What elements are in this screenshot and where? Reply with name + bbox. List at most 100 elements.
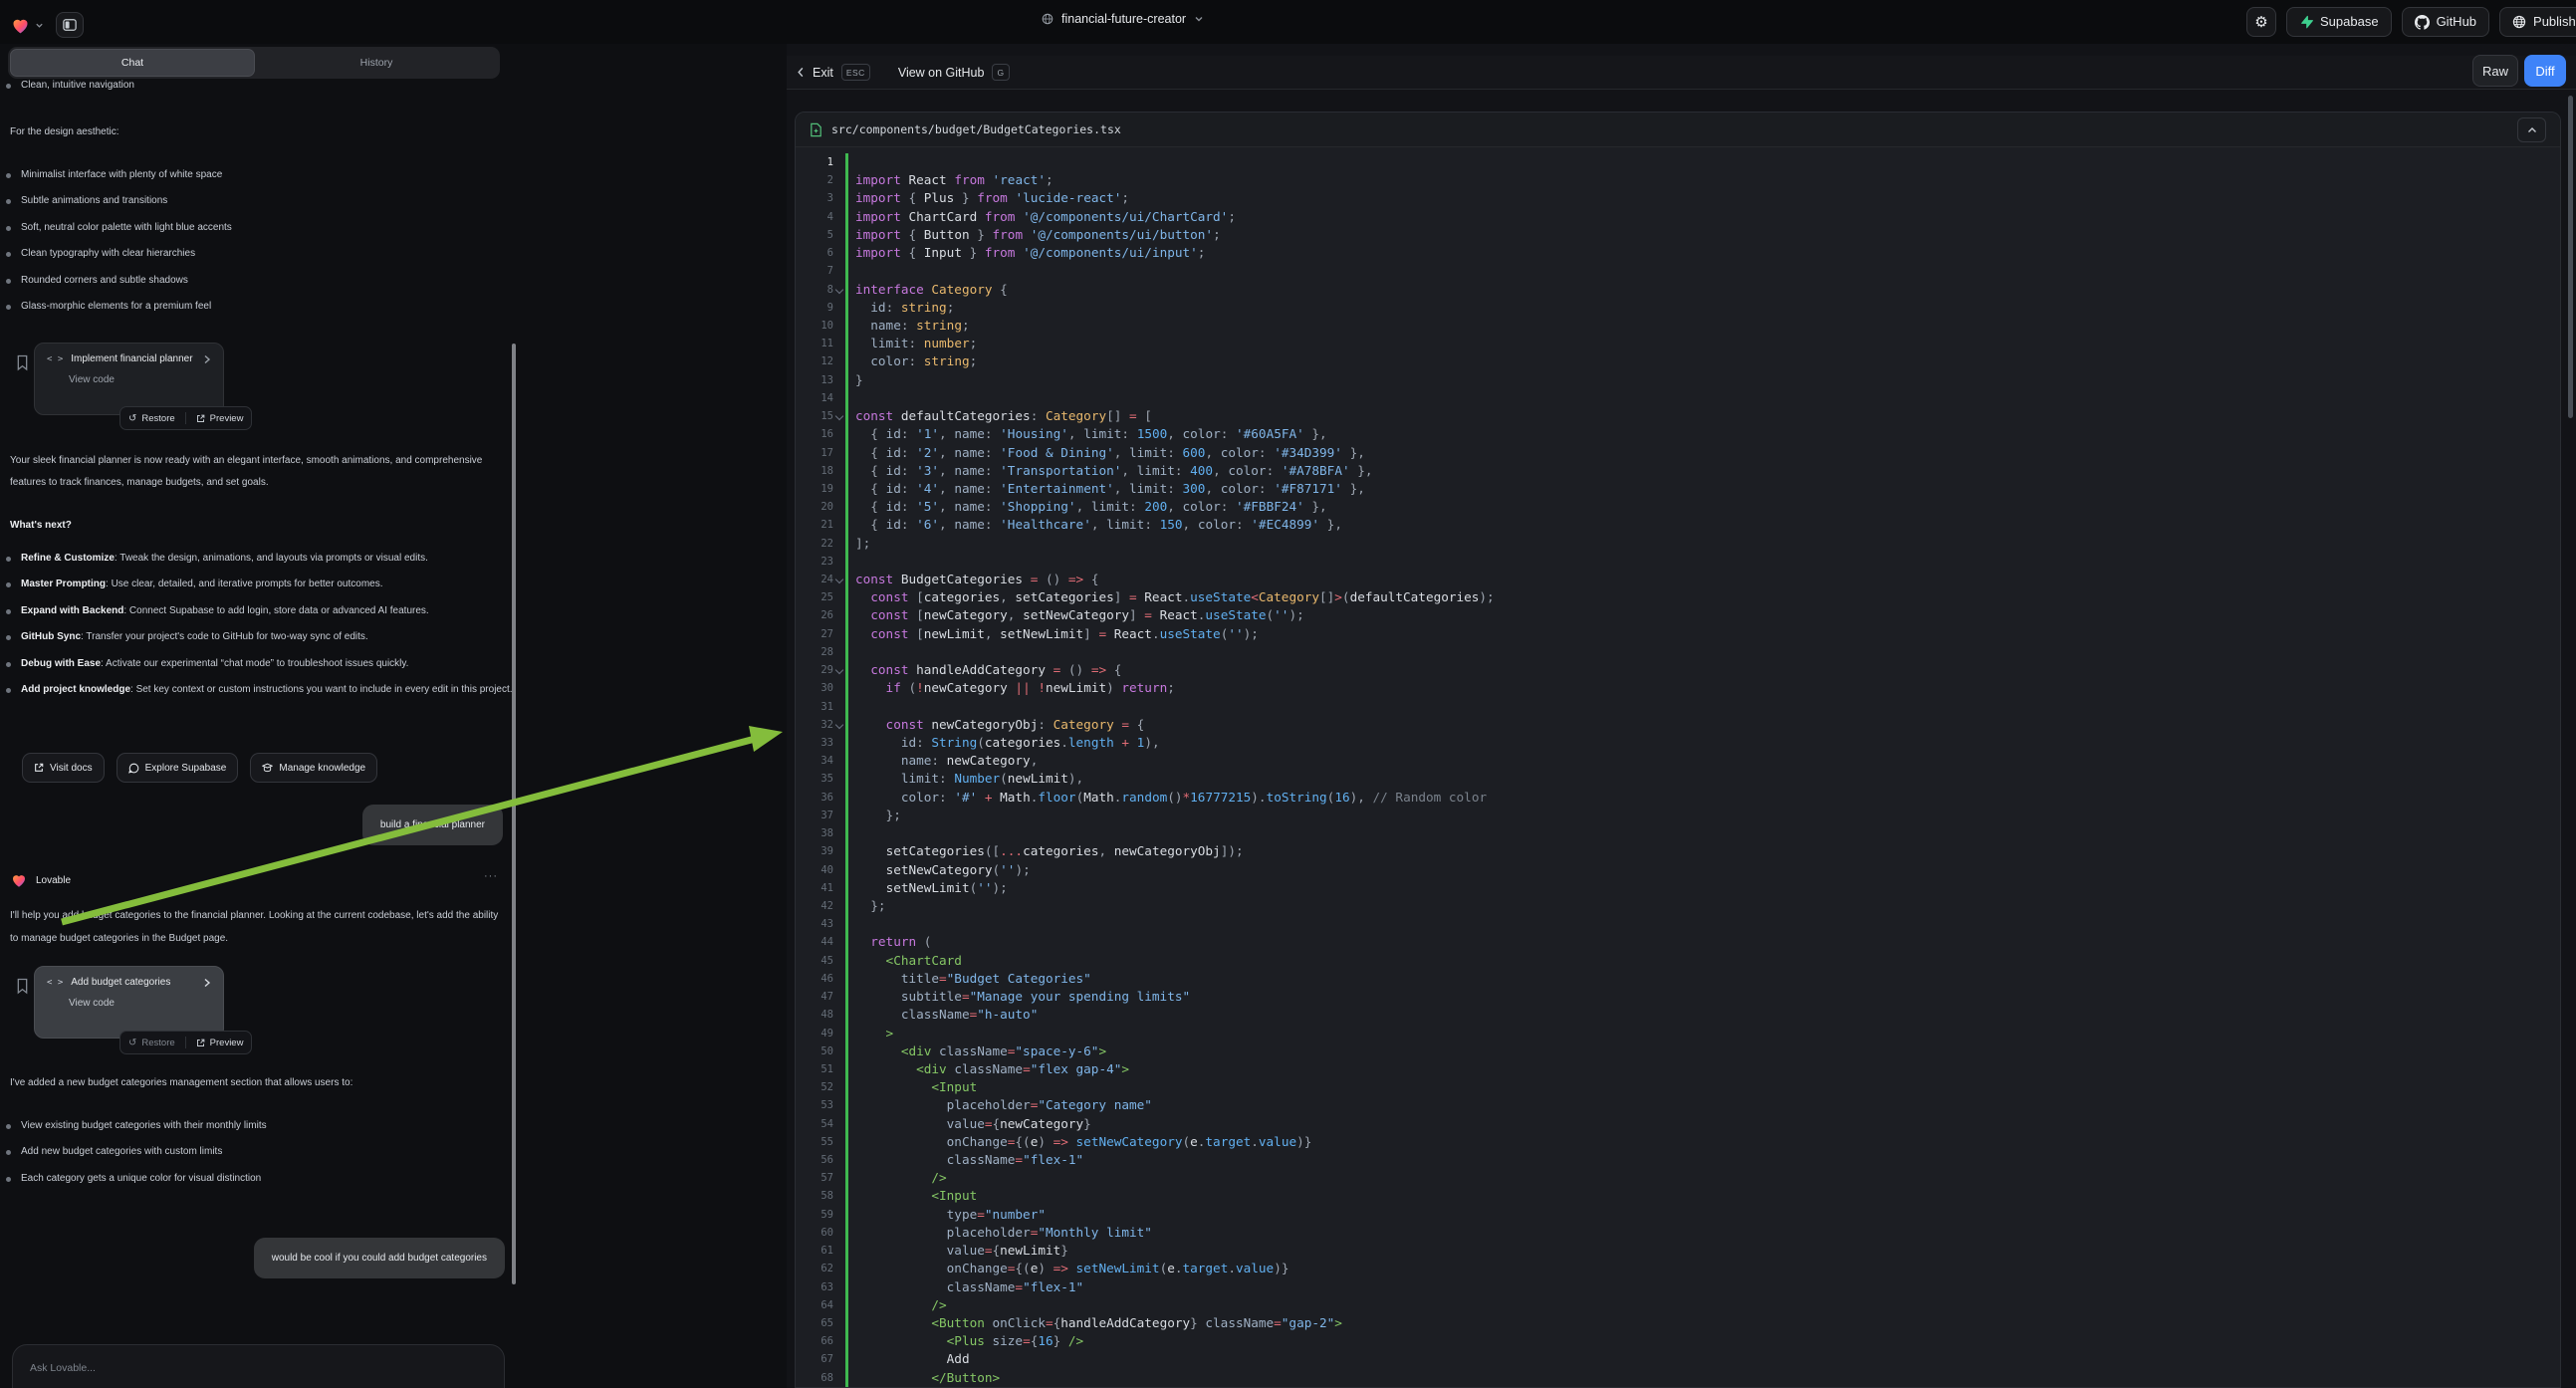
summary-bullet-list: View existing budget categories with the… <box>0 1113 524 1192</box>
line-number: 18 <box>796 462 833 480</box>
manage-knowledge-button[interactable]: Manage knowledge <box>250 753 377 783</box>
fold-slot <box>833 933 845 951</box>
restore-button[interactable]: ↺ Restore <box>128 1038 175 1048</box>
sidebar-toggle-button[interactable] <box>56 12 84 38</box>
code-line: 2import React from 'react'; <box>796 171 2560 189</box>
fold-slot <box>833 679 845 697</box>
lovable-logo-icon[interactable] <box>10 15 31 36</box>
code-text: value={newLimit} <box>848 1242 1068 1260</box>
preview-button[interactable]: Preview <box>196 413 244 424</box>
fold-slot <box>833 861 845 879</box>
line-number: 51 <box>796 1060 833 1078</box>
code-line: 30 if (!newCategory || !newLimit) return… <box>796 679 2560 697</box>
code-line: 47 subtitle="Manage your spending limits… <box>796 988 2560 1006</box>
view-code-link[interactable]: View code <box>69 998 211 1009</box>
code-file-card: src/components/budget/BudgetCategories.t… <box>795 112 2561 1388</box>
fold-slot <box>833 1242 845 1260</box>
code-icon: < > <box>47 978 63 988</box>
fold-slot <box>833 807 845 824</box>
code-line: 53 placeholder="Category name" <box>796 1096 2560 1114</box>
fold-slot <box>833 244 845 262</box>
publish-button[interactable]: Publish <box>2499 7 2576 37</box>
github-button[interactable]: GitHub <box>2402 7 2489 37</box>
code-scrollbar[interactable] <box>2568 96 2573 418</box>
line-number: 13 <box>796 371 833 389</box>
code-text: <Plus size={16} /> <box>848 1332 1083 1350</box>
code-line: 16 { id: '1', name: 'Housing', limit: 15… <box>796 425 2560 443</box>
fold-chevron-icon[interactable] <box>833 407 845 425</box>
github-icon <box>2415 15 2430 30</box>
code-text: <div className="flex gap-4"> <box>848 1060 1129 1078</box>
fold-slot <box>833 171 845 189</box>
fold-slot <box>833 335 845 352</box>
collapse-file-button[interactable] <box>2517 117 2546 142</box>
view-code-link[interactable]: View code <box>69 374 211 385</box>
project-switcher[interactable]: financial-future-creator <box>1042 12 1204 26</box>
code-line: 34 name: newCategory, <box>796 752 2560 770</box>
fold-chevron-icon[interactable] <box>833 571 845 588</box>
line-number: 68 <box>796 1369 833 1387</box>
supabase-button[interactable]: Supabase <box>2286 7 2392 37</box>
line-number: 1 <box>796 153 833 171</box>
assistant-paragraph: Your sleek financial planner is now read… <box>10 450 488 494</box>
message-menu-button[interactable]: ··· <box>484 870 498 882</box>
code-text: import React from 'react'; <box>848 171 1054 189</box>
code-text: import { Input } from '@/components/ui/i… <box>848 244 1205 262</box>
list-item: Subtle animations and transitions <box>0 188 524 214</box>
raw-toggle-button[interactable]: Raw <box>2472 55 2518 87</box>
line-number: 3 <box>796 189 833 207</box>
view-on-github-button[interactable]: View on GitHub <box>898 66 985 80</box>
user-message: would be cool if you could add budget ca… <box>254 1238 505 1278</box>
explore-supabase-button[interactable]: Explore Supabase <box>117 753 239 783</box>
code-line: 36 color: '#' + Math.floor(Math.random()… <box>796 789 2560 807</box>
code-line: 32 const newCategoryObj: Category = { <box>796 716 2560 734</box>
fold-slot <box>833 789 845 807</box>
fold-chevron-icon[interactable] <box>833 716 845 734</box>
visit-docs-button[interactable]: Visit docs <box>22 753 105 783</box>
file-path: src/components/budget/BudgetCategories.t… <box>831 122 1121 136</box>
code-line: 37 }; <box>796 807 2560 824</box>
fold-slot <box>833 208 845 226</box>
chevron-down-icon[interactable] <box>35 21 44 30</box>
fold-slot <box>833 425 845 443</box>
bookmark-icon[interactable] <box>16 978 29 995</box>
code-text <box>848 153 855 171</box>
code-line: 35 limit: Number(newLimit), <box>796 770 2560 788</box>
line-number: 40 <box>796 861 833 879</box>
fold-slot <box>833 462 845 480</box>
version-card-implement-financial-planner[interactable]: < > Implement financial planner View cod… <box>34 343 224 415</box>
version-card-add-budget-categories[interactable]: < > Add budget categories View code <box>34 966 224 1039</box>
settings-button[interactable]: ⚙ <box>2246 7 2276 37</box>
chat-input[interactable]: Ask Lovable... <box>30 1362 96 1374</box>
summary-intro: I've added a new budget categories manag… <box>10 1076 513 1090</box>
code-text: Add <box>848 1350 970 1368</box>
exit-button[interactable]: Exit <box>813 66 833 80</box>
restore-button[interactable]: ↺ Restore <box>128 413 175 424</box>
fold-slot <box>833 1151 845 1169</box>
list-item: Debug with Ease: Activate our experiment… <box>0 651 524 677</box>
preview-button[interactable]: Preview <box>196 1038 244 1048</box>
diff-toggle-button[interactable]: Diff <box>2524 55 2566 87</box>
line-number: 20 <box>796 498 833 516</box>
restore-icon: ↺ <box>128 413 136 424</box>
code-text: className="h-auto" <box>848 1006 1038 1024</box>
code-editor[interactable]: 12import React from 'react';3import { Pl… <box>796 147 2560 1387</box>
code-line: 54 value={newCategory} <box>796 1115 2560 1133</box>
fold-slot <box>833 770 845 788</box>
line-number: 66 <box>796 1332 833 1350</box>
fold-slot <box>833 262 845 280</box>
code-line: 48 className="h-auto" <box>796 1006 2560 1024</box>
line-number: 14 <box>796 389 833 407</box>
chat-scrollbar[interactable] <box>512 344 516 1284</box>
bookmark-icon[interactable] <box>16 354 29 371</box>
fold-chevron-icon[interactable] <box>833 661 845 679</box>
code-text: onChange={(e) => setNewCategory(e.target… <box>848 1133 1311 1151</box>
code-line: 38 <box>796 824 2560 842</box>
fold-chevron-icon[interactable] <box>833 281 845 299</box>
fold-slot <box>833 498 845 516</box>
code-text <box>848 262 855 280</box>
code-line: 20 { id: '5', name: 'Shopping', limit: 2… <box>796 498 2560 516</box>
code-line: 64 /> <box>796 1296 2560 1314</box>
line-number: 49 <box>796 1025 833 1042</box>
code-line: 44 return ( <box>796 933 2560 951</box>
